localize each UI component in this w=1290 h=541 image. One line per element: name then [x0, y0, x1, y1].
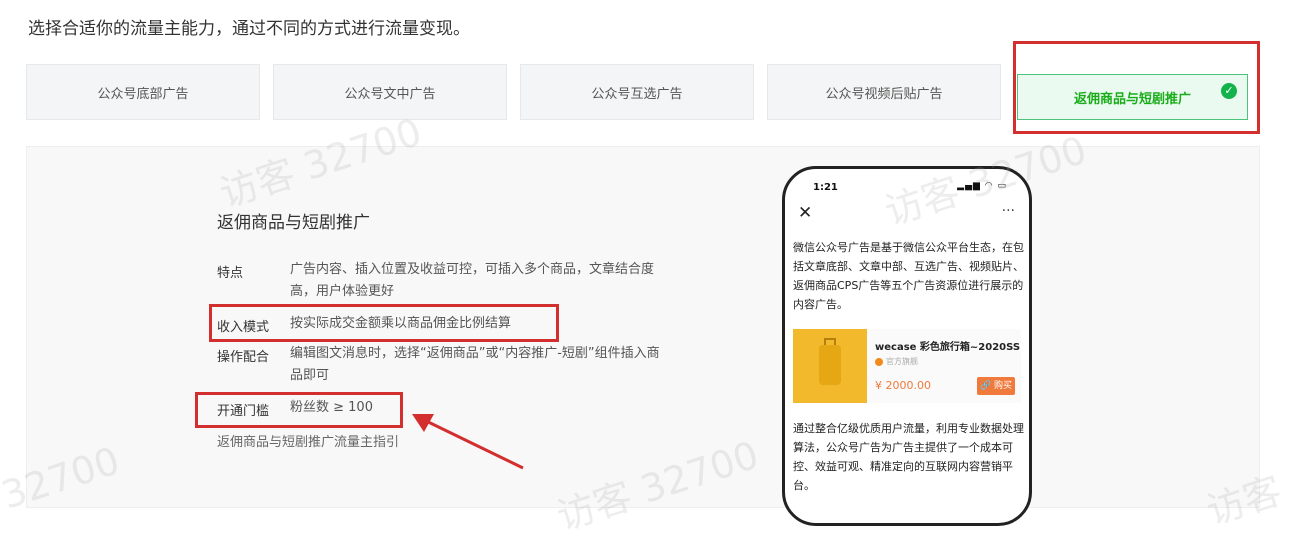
- phone-description: 微信公众号广告是基于微信公众平台生态，在包括文章底部、文章中部、互选广告、视频贴…: [793, 241, 1024, 311]
- shop-name: 官方旗舰: [886, 357, 918, 366]
- shop-line: 官方旗舰: [875, 356, 918, 367]
- product-card[interactable]: wecase 彩色旅行箱~2020SS 官方旗舰 ¥ 2000.00 🔗 购买: [793, 329, 1021, 403]
- product-name: wecase 彩色旅行箱~2020SS: [875, 342, 1021, 353]
- phone-description-2: 通过整合亿级优质用户流量，利用专业数据处理算法，公众号广告为广告主提供了一个成本…: [793, 422, 1024, 492]
- product-price: ¥ 2000.00: [875, 379, 931, 392]
- status-icons: ▂▄▆ ◠ ▭: [957, 181, 1007, 191]
- shop-logo-icon: [875, 357, 883, 366]
- phone-preview: 1:21 ▂▄▆ ◠ ▭ ✕ ··· 微信公众号广告是基于微信公众平台生态，在包…: [782, 166, 1032, 526]
- more-icon[interactable]: ···: [1002, 203, 1015, 219]
- annotation-arrow: [412, 414, 524, 470]
- buy-button[interactable]: 🔗 购买: [977, 377, 1015, 395]
- status-time: 1:21: [813, 182, 838, 193]
- suitcase-image: [793, 329, 867, 403]
- close-icon[interactable]: ✕: [798, 203, 812, 223]
